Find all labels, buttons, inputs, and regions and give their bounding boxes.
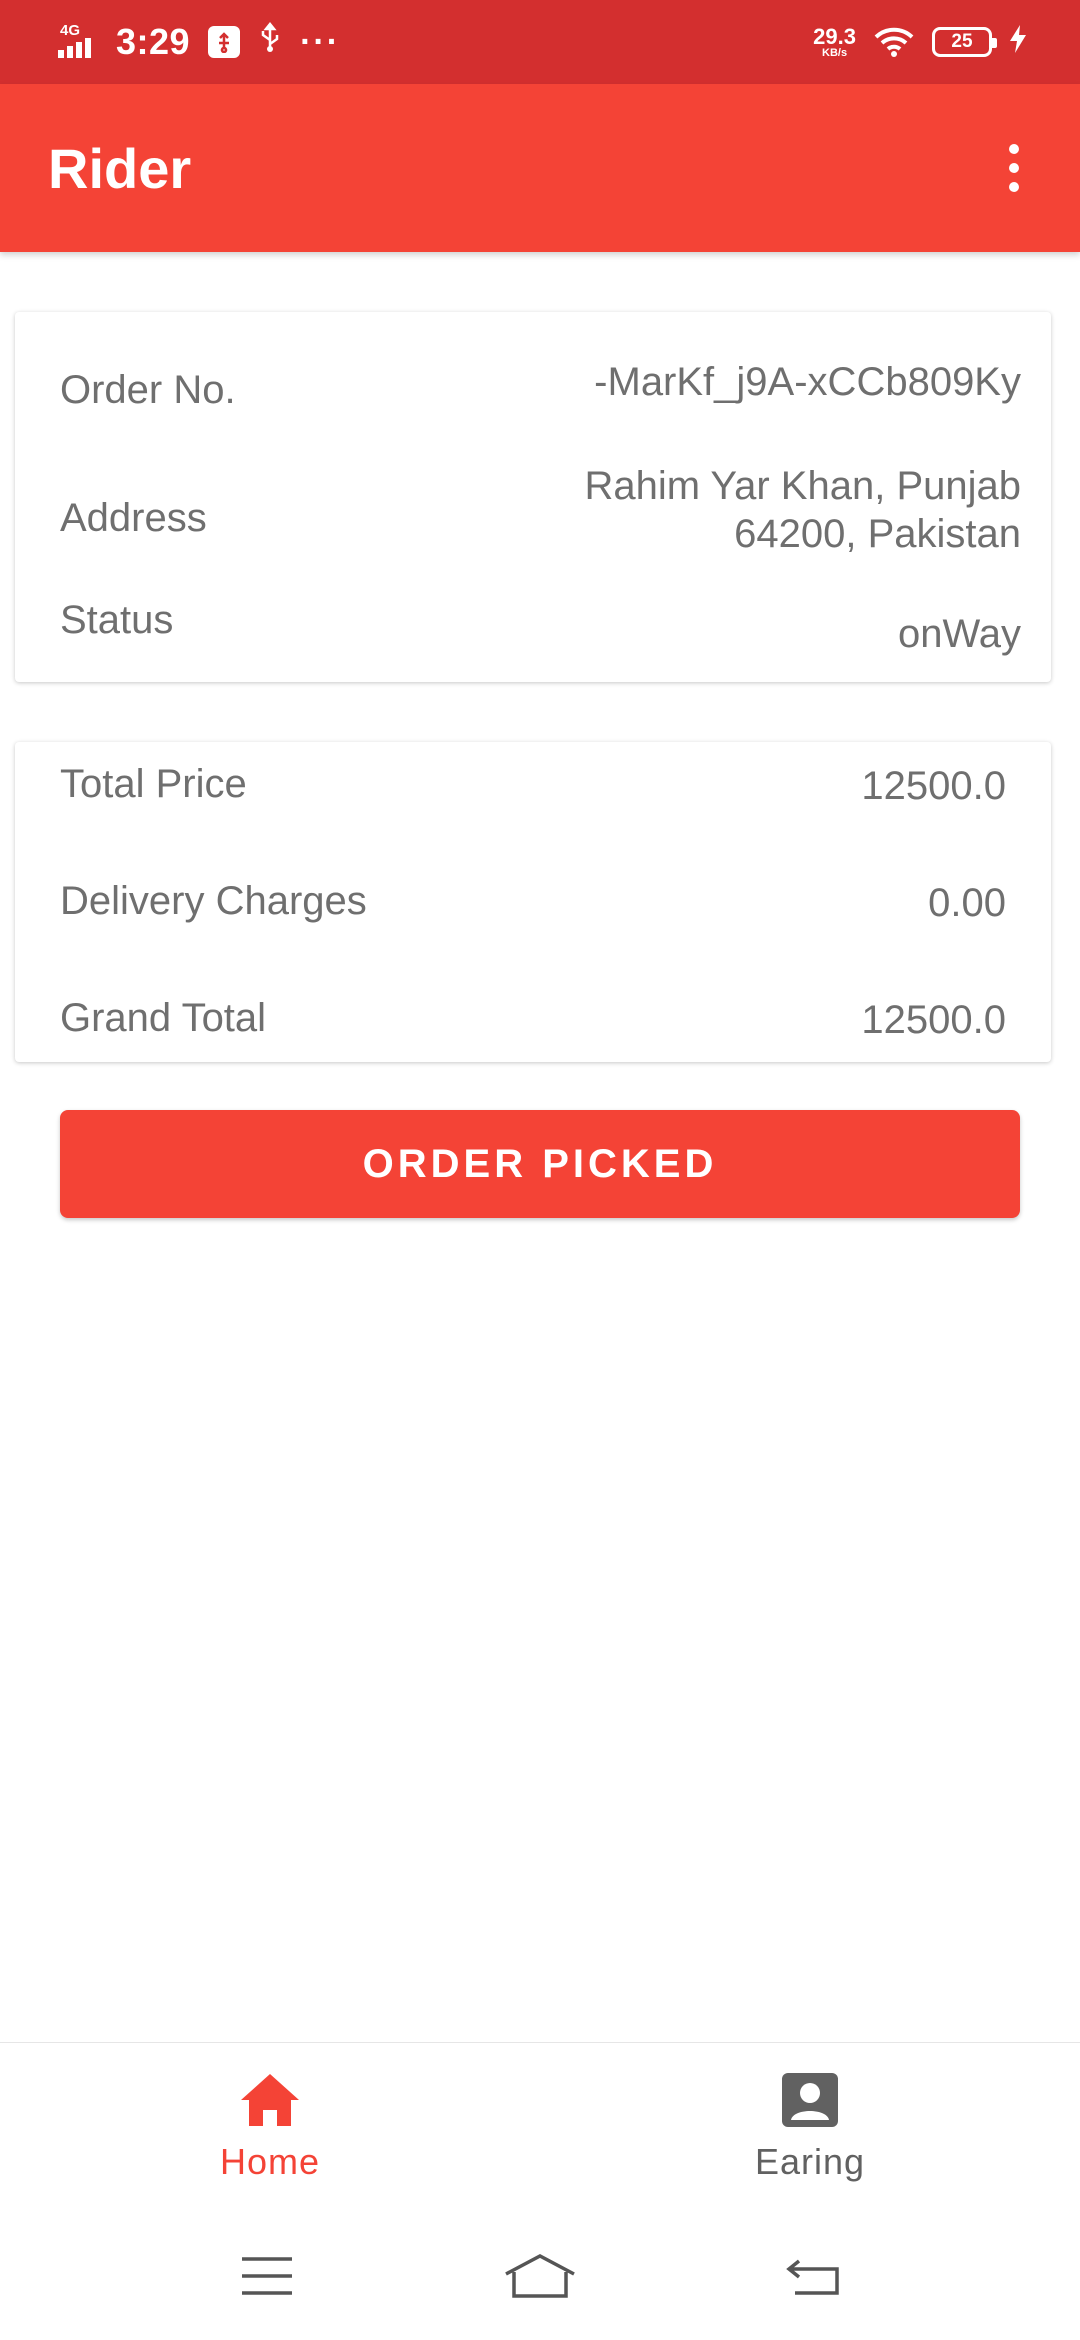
- delivery-charges-value: 0.00: [928, 881, 1006, 925]
- wifi-icon: [874, 27, 914, 57]
- speed-unit: KB/s: [822, 46, 848, 59]
- order-no-value: -MarKf_j9A-xCCb809Ky: [594, 360, 1021, 404]
- total-price-row: Total Price 12500.0: [60, 762, 1006, 822]
- signal-icon: 4G: [58, 22, 98, 60]
- address-row: Address Rahim Yar Khan, Punjab 64200, Pa…: [60, 452, 1021, 562]
- more-dots-icon: ···: [300, 22, 341, 61]
- network-speed: 29.3 KB/s: [813, 23, 856, 59]
- nav-label-home: Home: [219, 2141, 321, 2182]
- address-line-2: 64200, Pakistan: [734, 512, 1021, 556]
- status-bar-left: 4G 3:29 ···: [58, 21, 340, 63]
- usb-debug-icon: [208, 26, 241, 58]
- status-bar-right: 29.3 KB/s 25: [813, 23, 1026, 60]
- status-label: Status: [60, 598, 174, 642]
- overflow-menu-icon[interactable]: [992, 128, 1036, 208]
- grand-total-row: Grand Total 12500.0: [60, 996, 1006, 1056]
- address-value: Rahim Yar Khan, Punjab 64200, Pakistan: [584, 462, 1021, 558]
- grand-total-value: 12500.0: [861, 998, 1006, 1042]
- home-system-icon[interactable]: [490, 2241, 590, 2311]
- status-value: onWay: [897, 612, 1021, 656]
- order-no-label: Order No.: [60, 368, 236, 412]
- price-summary-card: Total Price 12500.0 Delivery Charges 0.0…: [15, 742, 1051, 1062]
- status-row: Status onWay: [60, 584, 1021, 664]
- order-info-card: Order No. -MarKf_j9A-xCCb809Ky Address R…: [15, 312, 1051, 682]
- grand-total-label: Grand Total: [60, 996, 267, 1040]
- battery-level: 25: [951, 31, 973, 52]
- charging-bolt-icon: [1010, 24, 1026, 60]
- usb-icon: [258, 21, 282, 62]
- nav-item-earing[interactable]: Earing: [540, 2043, 1080, 2212]
- status-bar: 4G 3:29 ··· 29.3 KB/s 25: [0, 0, 1080, 84]
- network-type: 4G: [60, 22, 81, 39]
- account-box-icon: [781, 2072, 839, 2133]
- order-no-row: Order No. -MarKf_j9A-xCCb809Ky: [60, 346, 1021, 436]
- page-title: Rider: [48, 136, 192, 200]
- delivery-charges-row: Delivery Charges 0.00: [60, 879, 1006, 939]
- delivery-charges-label: Delivery Charges: [60, 879, 367, 923]
- address-label: Address: [60, 496, 207, 540]
- bottom-navigation: Home Earing: [0, 2042, 1080, 2212]
- total-price-label: Total Price: [60, 762, 247, 806]
- back-icon[interactable]: [763, 2241, 863, 2311]
- total-price-value: 12500.0: [861, 764, 1006, 808]
- nav-label-earing: Earing: [754, 2141, 866, 2182]
- battery-icon: 25: [932, 27, 997, 57]
- speed-value: 29.3: [813, 23, 856, 49]
- nav-item-home[interactable]: Home: [0, 2043, 540, 2212]
- home-icon: [239, 2072, 301, 2133]
- address-line-1: Rahim Yar Khan, Punjab: [584, 464, 1021, 508]
- order-picked-button[interactable]: ORDER PICKED: [60, 1110, 1020, 1218]
- app-bar: Rider: [0, 84, 1080, 252]
- recents-menu-icon[interactable]: [217, 2241, 317, 2311]
- status-time: 3:29: [116, 21, 191, 62]
- system-navigation-bar: [0, 2212, 1080, 2340]
